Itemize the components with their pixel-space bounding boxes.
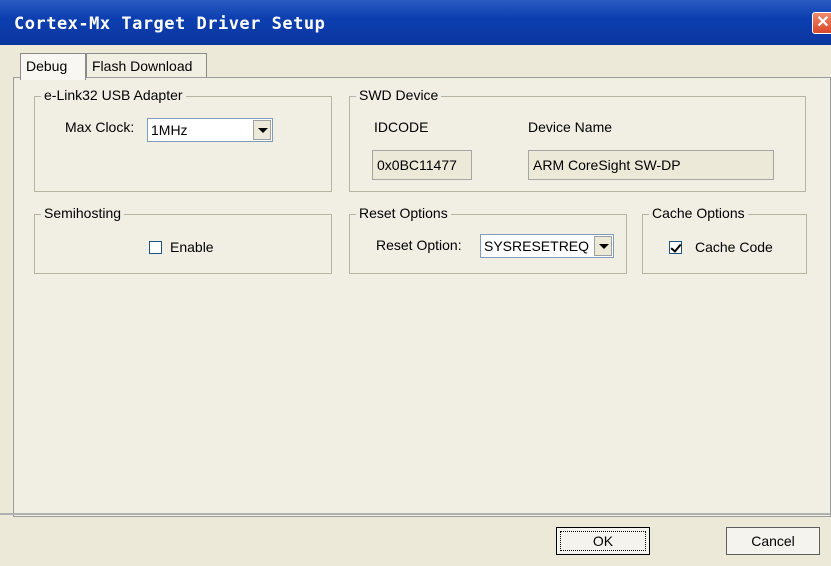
adapter-group: e-Link32 USB Adapter Max Clock: 1MHz xyxy=(34,87,332,192)
semihosting-legend: Semihosting xyxy=(41,205,125,221)
dialog-client: Debug Flash Download e-Link32 USB Adapte… xyxy=(0,45,831,566)
reset-legend: Reset Options xyxy=(356,205,451,221)
reset-options-group: Reset Options Reset Option: SYSRESETREQ xyxy=(349,205,627,274)
title-bar: Cortex-Mx Target Driver Setup ✕ xyxy=(0,0,831,45)
swd-device-group: SWD Device IDCODE Device Name 0x0BC11477… xyxy=(349,87,806,192)
cache-legend: Cache Options xyxy=(649,205,748,221)
max-clock-select[interactable]: 1MHz xyxy=(147,118,273,142)
tab-debug[interactable]: Debug xyxy=(20,53,86,80)
semihosting-enable-label: Enable xyxy=(170,239,214,255)
max-clock-value: 1MHz xyxy=(151,122,188,138)
window-title: Cortex-Mx Target Driver Setup xyxy=(14,14,326,34)
device-name-field: ARM CoreSight SW-DP xyxy=(528,150,774,180)
cancel-button[interactable]: Cancel xyxy=(726,527,820,555)
swd-legend: SWD Device xyxy=(356,87,442,103)
dialog-window: Cortex-Mx Target Driver Setup ✕ Debug Fl… xyxy=(0,0,831,566)
device-name-header: Device Name xyxy=(528,119,613,135)
idcode-header: IDCODE xyxy=(374,119,429,135)
cache-code-checkbox[interactable] xyxy=(669,241,682,254)
ok-button[interactable]: OK xyxy=(556,527,650,555)
cache-options-group: Cache Options Cache Code xyxy=(642,205,807,274)
chevron-down-icon[interactable] xyxy=(594,236,612,256)
tab-flash-download[interactable]: Flash Download xyxy=(86,53,207,78)
button-bar-divider xyxy=(0,513,831,515)
close-icon[interactable]: ✕ xyxy=(812,12,831,34)
chevron-down-icon[interactable] xyxy=(253,120,271,140)
debug-tab-panel: e-Link32 USB Adapter Max Clock: 1MHz SWD… xyxy=(13,77,831,517)
cache-code-label: Cache Code xyxy=(695,239,773,255)
reset-option-select[interactable]: SYSRESETREQ xyxy=(480,234,614,258)
semihosting-enable-checkbox[interactable] xyxy=(149,241,162,254)
adapter-legend: e-Link32 USB Adapter xyxy=(41,87,186,103)
semihosting-group: Semihosting Enable xyxy=(34,205,332,274)
idcode-field: 0x0BC11477 xyxy=(372,150,472,180)
max-clock-label: Max Clock: xyxy=(65,119,135,135)
reset-option-label: Reset Option: xyxy=(376,237,462,253)
tab-debug-label: Debug xyxy=(26,58,68,74)
tab-flash-download-label: Flash Download xyxy=(92,58,193,74)
reset-option-value: SYSRESETREQ xyxy=(484,238,590,254)
